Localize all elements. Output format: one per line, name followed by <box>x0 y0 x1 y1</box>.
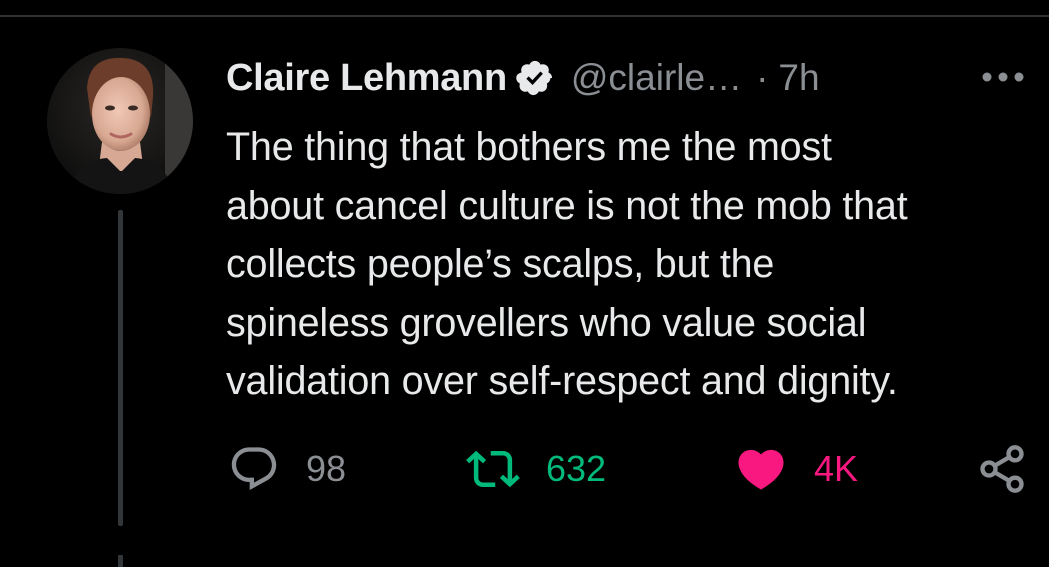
author-display-name[interactable]: Claire Lehmann <box>226 57 507 100</box>
reply-button[interactable]: 98 <box>228 440 346 498</box>
like-button[interactable]: 4K <box>734 440 858 498</box>
heart-icon <box>734 442 788 496</box>
retweet-button[interactable]: 632 <box>466 440 606 498</box>
thread-line-continuation <box>118 555 123 567</box>
verified-badge-icon <box>515 58 555 98</box>
share-button[interactable] <box>976 440 1028 498</box>
top-divider <box>0 15 1049 17</box>
reply-count: 98 <box>306 448 347 489</box>
share-icon <box>976 443 1028 495</box>
retweet-count: 632 <box>546 448 607 489</box>
header-separator: · <box>756 57 769 98</box>
retweet-icon <box>466 442 520 496</box>
thread-line <box>118 210 123 526</box>
avatar[interactable] <box>47 48 193 194</box>
more-options-icon[interactable] <box>978 62 1028 92</box>
like-count: 4K <box>814 448 859 489</box>
avatar-photo <box>47 48 193 194</box>
tweet-text: The thing that bothers me the most about… <box>226 125 908 403</box>
tweet-timestamp[interactable]: 7h <box>778 57 819 99</box>
author-handle[interactable]: @clairle… <box>571 57 742 99</box>
tweet-header: Claire Lehmann @clairle… · 7h <box>226 52 820 104</box>
reply-icon <box>228 443 280 495</box>
tweet-actions: 98 632 4K <box>226 440 1036 498</box>
